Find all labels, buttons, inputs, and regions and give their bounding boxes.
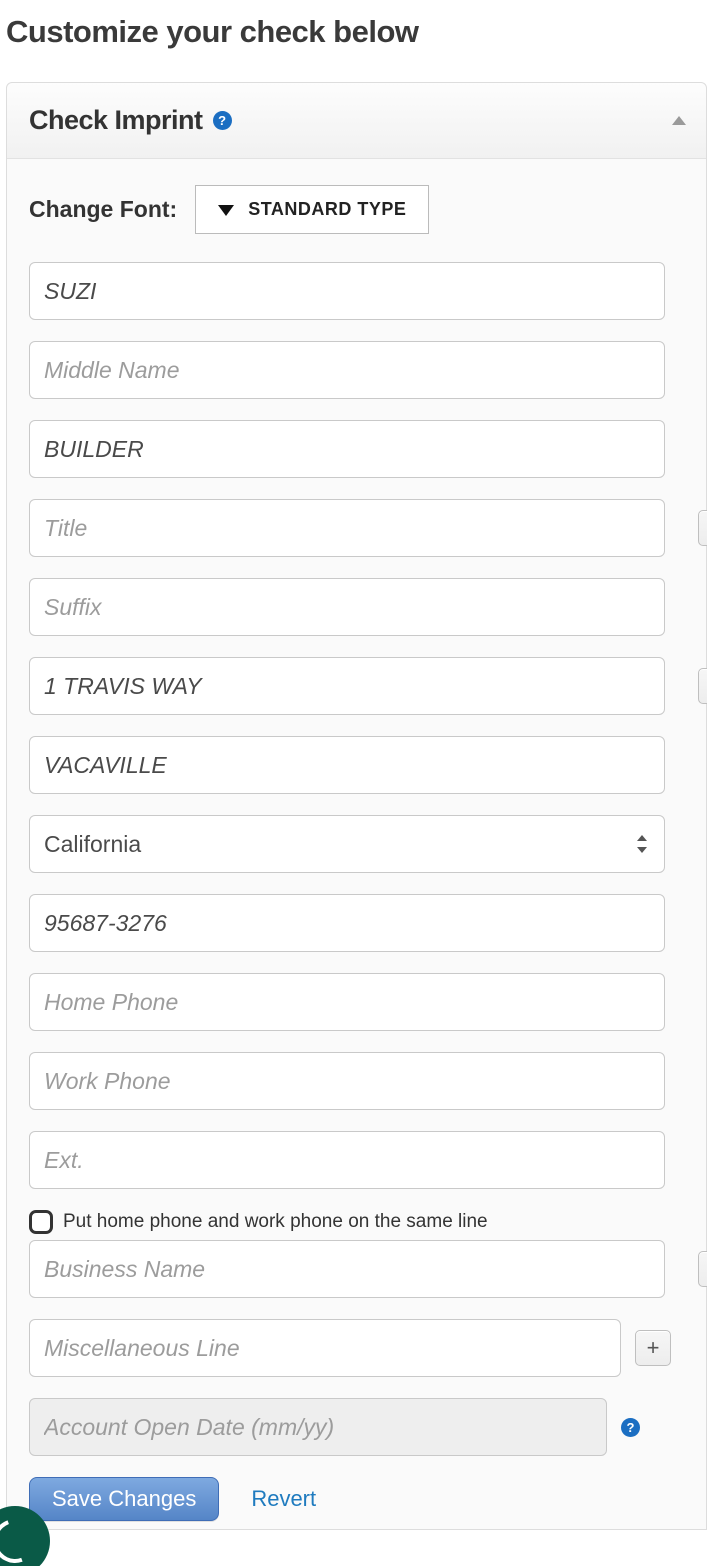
add-misc-line-button[interactable]: + xyxy=(635,1330,671,1366)
panel-title: Check Imprint xyxy=(29,105,203,136)
business-name-input[interactable] xyxy=(29,1240,665,1298)
save-changes-button[interactable]: Save Changes xyxy=(29,1477,219,1521)
address-input[interactable] xyxy=(29,657,665,715)
suffix-input[interactable] xyxy=(29,578,665,636)
change-font-label: Change Font: xyxy=(29,196,177,223)
add-title-button[interactable]: + xyxy=(698,510,707,546)
add-business-name-button[interactable]: + xyxy=(698,1251,707,1287)
misc-line-input[interactable] xyxy=(29,1319,621,1377)
zip-input[interactable] xyxy=(29,894,665,952)
first-name-input[interactable] xyxy=(29,262,665,320)
state-select[interactable]: California xyxy=(29,815,665,873)
work-phone-input[interactable] xyxy=(29,1052,665,1110)
revert-link[interactable]: Revert xyxy=(251,1486,316,1512)
check-imprint-panel: Check Imprint ? Change Font: STANDARD TY… xyxy=(6,82,707,1530)
account-open-date-input[interactable] xyxy=(29,1398,607,1456)
ext-input[interactable] xyxy=(29,1131,665,1189)
same-line-label: Put home phone and work phone on the sam… xyxy=(63,1211,488,1233)
help-icon[interactable]: ? xyxy=(621,1418,640,1437)
font-picker[interactable]: STANDARD TYPE xyxy=(195,185,429,234)
change-font-row: Change Font: STANDARD TYPE xyxy=(29,185,706,234)
help-icon[interactable]: ? xyxy=(213,111,232,130)
last-name-input[interactable] xyxy=(29,420,665,478)
collapse-caret-icon xyxy=(672,116,686,125)
city-input[interactable] xyxy=(29,736,665,794)
panel-header[interactable]: Check Imprint ? xyxy=(7,83,706,159)
title-input[interactable] xyxy=(29,499,665,557)
same-line-checkbox[interactable] xyxy=(29,1210,53,1234)
font-picker-value: STANDARD TYPE xyxy=(248,199,406,220)
chevron-down-icon xyxy=(218,205,234,216)
home-phone-input[interactable] xyxy=(29,973,665,1031)
middle-name-input[interactable] xyxy=(29,341,665,399)
panel-body: Change Font: STANDARD TYPE + xyxy=(7,159,706,1529)
page-title: Customize your check below xyxy=(0,0,707,60)
add-address-button[interactable]: + xyxy=(698,668,707,704)
